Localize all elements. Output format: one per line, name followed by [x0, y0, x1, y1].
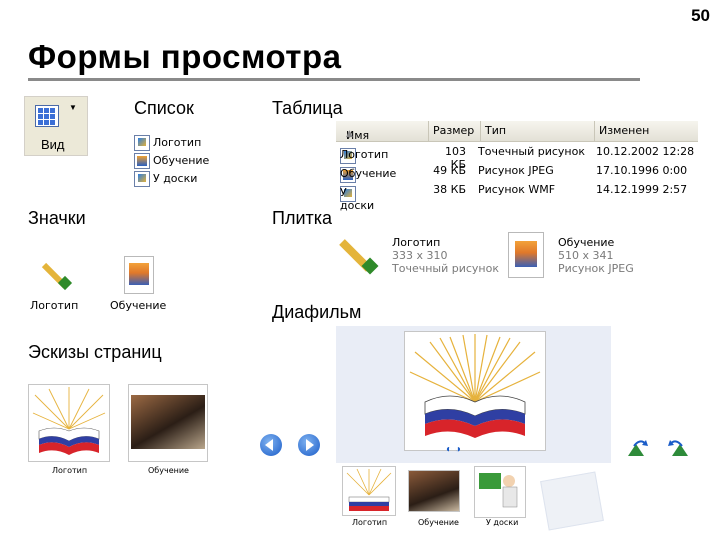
filmstrip-heading: Диафильм — [272, 302, 362, 322]
list-item[interactable]: У доски — [134, 170, 209, 188]
filmstrip-rotate-controls[interactable]: ◐ ◑ — [446, 444, 461, 455]
icon-label: Обучение — [110, 299, 167, 312]
tiles-heading: Плитка — [272, 208, 333, 228]
logo-emblem-image — [32, 387, 106, 455]
list-item[interactable]: Обучение — [134, 152, 209, 170]
icons-heading: Значки — [28, 208, 86, 228]
rotate-clockwise-icon[interactable] — [626, 438, 656, 458]
page-thumbnail[interactable] — [128, 384, 208, 462]
col-header-size[interactable]: Размер — [428, 121, 474, 141]
col-header-modified[interactable]: Изменен — [594, 121, 649, 141]
thumbnails-heading: Эскизы страниц — [28, 342, 162, 362]
view-grid-icon — [35, 105, 59, 127]
tile-item[interactable] — [336, 232, 382, 278]
filmstrip-thumb[interactable] — [474, 466, 526, 518]
table-header: Имя ▲ Размер Тип Изменен — [336, 121, 698, 142]
details-table: Имя ▲ Размер Тип Изменен Логотип 103 КБ … — [336, 121, 698, 212]
paint-brush-icon — [38, 256, 74, 296]
jpeg-image-icon — [508, 232, 544, 278]
icon-item[interactable] — [124, 256, 154, 294]
filmstrip-caption: У доски — [486, 518, 519, 527]
classroom-photo — [131, 395, 205, 449]
slide-number: 50 — [691, 6, 710, 25]
icon-item[interactable] — [38, 256, 74, 296]
logo-emblem-image — [346, 468, 392, 511]
list-heading: Список — [134, 98, 194, 118]
rotate-counterclockwise-icon[interactable] — [660, 438, 690, 458]
paint-brush-icon — [336, 232, 382, 278]
table-row[interactable]: У доски 38 КБ Рисунок WMF 14.12.1999 2:5… — [336, 180, 698, 212]
jpeg-file-icon — [134, 153, 150, 169]
bitmap-file-icon — [134, 135, 150, 151]
logo-emblem-image — [409, 334, 541, 438]
filmstrip-caption: Логотип — [352, 518, 388, 527]
view-button[interactable]: ▼ Вид — [24, 96, 88, 156]
drag-ghost-image-icon — [540, 471, 604, 531]
col-header-type[interactable]: Тип — [480, 121, 506, 141]
icon-label: Логотип — [30, 299, 79, 312]
teacher-at-board-clipart — [479, 473, 518, 508]
previous-image-button[interactable] — [260, 434, 282, 456]
wmf-file-icon — [134, 171, 150, 187]
list-item[interactable]: Логотип — [134, 134, 209, 152]
page-title: Формы просмотра — [28, 38, 342, 75]
tile-item[interactable] — [508, 232, 544, 278]
view-button-label: Вид — [41, 137, 65, 152]
classroom-photo — [409, 471, 459, 511]
thumbnail-caption: Обучение — [148, 466, 189, 475]
table-row[interactable]: Обучение 49 КБ Рисунок JPEG 17.10.1996 0… — [336, 161, 698, 183]
thumbnail-caption: Логотип — [52, 466, 88, 475]
filmstrip-thumb[interactable] — [408, 470, 460, 512]
table-heading: Таблица — [272, 98, 343, 118]
sort-ascending-icon: ▲ — [346, 129, 353, 139]
page-thumbnail[interactable] — [28, 384, 110, 462]
title-underline — [28, 78, 640, 81]
tile-details: Логотип 333 x 310 Точечный рисунок — [392, 236, 499, 275]
filmstrip-thumb[interactable] — [342, 466, 396, 516]
filmstrip-preview-area: ◐ ◑ — [336, 326, 611, 463]
filmstrip-caption: Обучение — [418, 518, 459, 527]
next-image-button[interactable] — [298, 434, 320, 456]
dropdown-arrow-icon: ▼ — [69, 103, 77, 112]
list-view: Логотип Обучение У доски — [134, 134, 209, 188]
tile-details: Обучение 510 x 341 Рисунок JPEG — [558, 236, 634, 275]
jpeg-image-icon — [124, 256, 154, 294]
filmstrip-preview-image — [404, 331, 546, 451]
table-row[interactable]: Логотип 103 КБ Точечный рисунок 10.12.20… — [336, 142, 698, 171]
